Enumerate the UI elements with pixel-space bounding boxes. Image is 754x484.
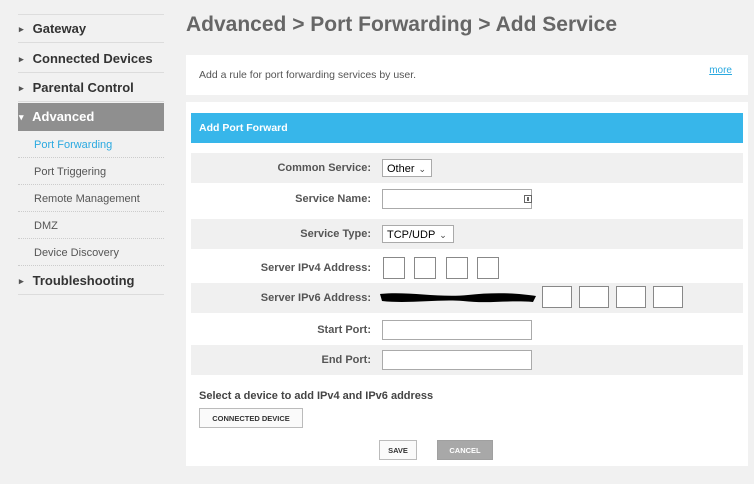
common-service-label: Common Service:	[277, 162, 371, 174]
sidebar-item-gateway[interactable]: ▸ Gateway	[18, 16, 164, 43]
service-type-value: TCP/UDP	[387, 229, 436, 241]
service-type-row: Service Type: TCP/UDP ⌄	[191, 219, 743, 249]
sidebar-item-advanced[interactable]: ▾ Advanced	[18, 103, 164, 131]
panel-header: Add Port Forward	[191, 113, 743, 143]
sidebar-subitem-port-forwarding[interactable]: Port Forwarding	[18, 132, 164, 158]
sidebar: ▸ Gateway ▸ Connected Devices ▸ Parental…	[0, 0, 170, 484]
ipv6-label: Server IPv6 Address:	[260, 292, 371, 304]
start-port-row: Start Port:	[191, 315, 743, 345]
sidebar-item-label: Gateway	[32, 21, 87, 36]
add-port-forward-panel: Add Port Forward Common Service: Other ⌄ …	[186, 102, 748, 466]
ipv4-row: Server IPv4 Address:	[191, 253, 743, 283]
ipv6-hextet-5-input[interactable]	[542, 286, 572, 308]
page-title: Advanced > Port Forwarding > Add Service	[186, 13, 618, 36]
sidebar-item-label: Troubleshooting	[32, 273, 135, 288]
start-port-input[interactable]	[382, 320, 532, 340]
end-port-label: End Port:	[321, 354, 372, 366]
service-name-input[interactable]	[382, 189, 532, 209]
sidebar-item-label: Advanced	[32, 109, 95, 124]
more-link[interactable]: more	[709, 65, 732, 76]
service-type-label: Service Type:	[300, 228, 371, 240]
ipv6-hextet-7-input[interactable]	[616, 286, 646, 308]
start-port-label: Start Port:	[317, 324, 371, 336]
end-port-row: End Port:	[191, 345, 743, 375]
sidebar-subitem-device-discovery[interactable]: Device Discovery	[18, 240, 164, 266]
sidebar-item-label: Parental Control	[32, 80, 134, 95]
sidebar-subitem-port-triggering[interactable]: Port Triggering	[18, 159, 164, 185]
save-button[interactable]: SAVE	[379, 440, 417, 460]
ipv4-octet-2-input[interactable]	[414, 257, 436, 279]
ipv4-label: Server IPv4 Address:	[260, 262, 371, 274]
common-service-row: Common Service: Other ⌄	[191, 153, 743, 183]
chevron-down-icon: ⌄	[439, 230, 447, 240]
ipv4-octet-3-input[interactable]	[446, 257, 468, 279]
ipv6-hextet-6-input[interactable]	[579, 286, 609, 308]
sidebar-item-troubleshooting[interactable]: ▸ Troubleshooting	[18, 268, 164, 295]
device-select-note: Select a device to add IPv4 and IPv6 add…	[199, 390, 434, 402]
sidebar-subitem-dmz[interactable]: DMZ	[18, 213, 164, 239]
ipv6-hextet-8-input[interactable]	[653, 286, 683, 308]
common-service-value: Other	[387, 163, 415, 175]
connected-device-button[interactable]: CONNECTED DEVICE	[199, 408, 303, 428]
chevron-down-icon: ⌄	[418, 164, 427, 174]
service-name-label: Service Name:	[295, 193, 371, 205]
sidebar-item-label: Connected Devices	[32, 51, 153, 66]
chevron-right-icon: ▸	[19, 83, 24, 93]
chevron-right-icon: ▸	[19, 24, 24, 34]
sidebar-divider	[18, 14, 164, 15]
keyboard-icon[interactable]	[524, 195, 532, 203]
chevron-right-icon: ▸	[19, 276, 24, 286]
sidebar-subitem-remote-management[interactable]: Remote Management	[18, 186, 164, 212]
common-service-select[interactable]: Other ⌄	[382, 159, 432, 177]
description-box: Add a rule for port forwarding services …	[186, 55, 748, 95]
ipv4-octet-1-input[interactable]	[383, 257, 405, 279]
end-port-input[interactable]	[382, 350, 532, 370]
chevron-right-icon: ▸	[19, 54, 24, 64]
service-type-select[interactable]: TCP/UDP ⌄	[382, 225, 454, 243]
service-name-row: Service Name:	[191, 184, 743, 214]
sidebar-item-connected-devices[interactable]: ▸ Connected Devices	[18, 46, 164, 73]
redaction-mark	[380, 293, 536, 303]
chevron-down-icon: ▾	[19, 112, 24, 122]
ipv4-octet-4-input[interactable]	[477, 257, 499, 279]
ipv6-row: Server IPv6 Address:	[191, 283, 743, 313]
sidebar-item-parental-control[interactable]: ▸ Parental Control	[18, 75, 164, 102]
cancel-button[interactable]: CANCEL	[437, 440, 493, 460]
description-text: Add a rule for port forwarding services …	[199, 69, 417, 81]
